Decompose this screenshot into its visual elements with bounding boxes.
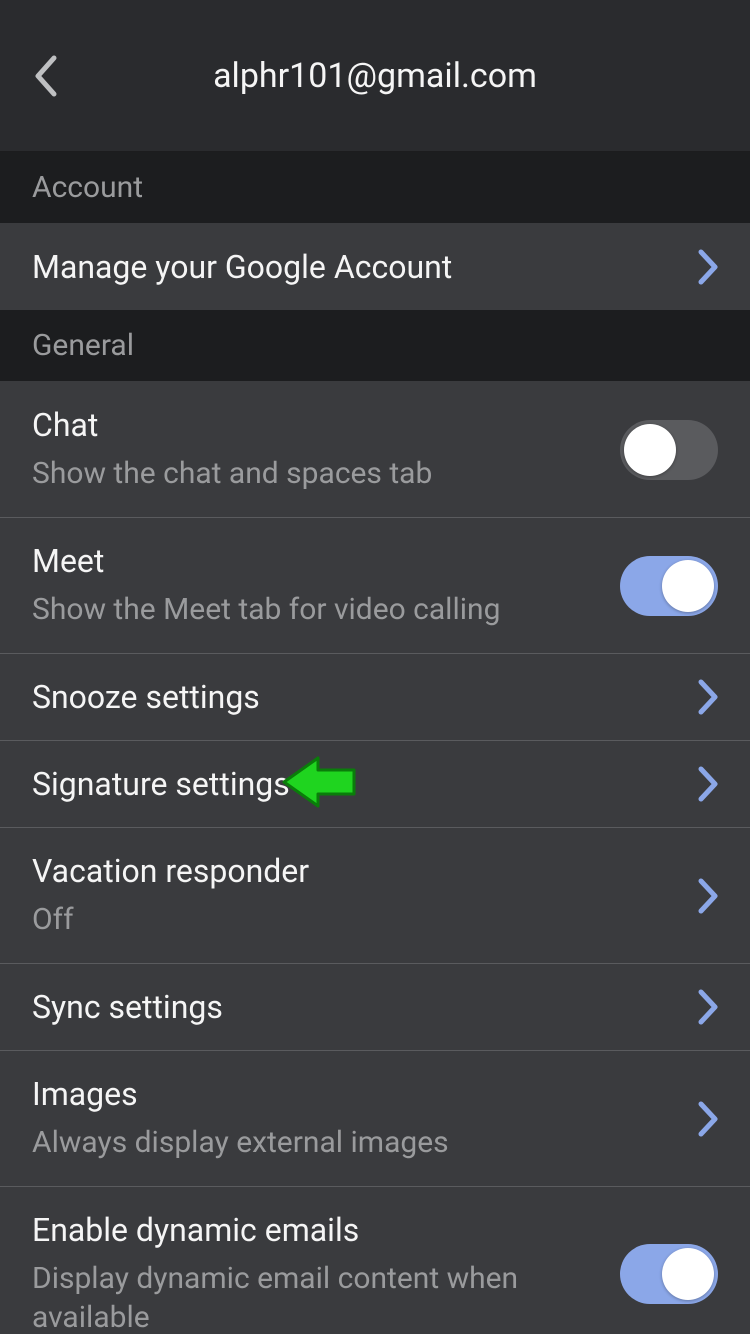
row-title: Manage your Google Account: [32, 248, 678, 286]
row-meet[interactable]: Meet Show the Meet tab for video calling: [0, 518, 750, 654]
toggle-dynamic-emails[interactable]: [620, 1244, 718, 1304]
chevron-right-icon: [698, 878, 718, 914]
section-header-general: General: [0, 310, 750, 382]
row-title: Meet: [32, 542, 600, 580]
row-vacation-responder[interactable]: Vacation responder Off: [0, 828, 750, 964]
row-subtitle: Always display external images: [32, 1123, 678, 1162]
chevron-right-icon: [698, 989, 718, 1025]
chevron-right-icon: [698, 766, 718, 802]
row-subtitle: Show the chat and spaces tab: [32, 454, 600, 493]
chevron-right-icon: [698, 679, 718, 715]
row-snooze-settings[interactable]: Snooze settings: [0, 654, 750, 741]
row-title: Signature settings: [32, 765, 678, 803]
chevron-right-icon: [698, 249, 718, 285]
row-subtitle: Off: [32, 900, 678, 939]
row-title: Chat: [32, 406, 600, 444]
settings-scroll[interactable]: Account Manage your Google Account Gener…: [0, 152, 750, 1334]
row-manage-google-account[interactable]: Manage your Google Account: [0, 224, 750, 310]
toggle-chat[interactable]: [620, 420, 718, 480]
row-enable-dynamic-emails[interactable]: Enable dynamic emails Display dynamic em…: [0, 1187, 750, 1334]
row-title: Enable dynamic emails: [32, 1211, 600, 1249]
page-title: alphr101@gmail.com: [0, 56, 750, 96]
row-subtitle: Display dynamic email content when avail…: [32, 1259, 600, 1334]
row-title: Vacation responder: [32, 852, 678, 890]
section-header-account: Account: [0, 152, 750, 224]
row-title: Sync settings: [32, 988, 678, 1026]
toggle-meet[interactable]: [620, 556, 718, 616]
chevron-right-icon: [698, 1101, 718, 1137]
row-images[interactable]: Images Always display external images: [0, 1051, 750, 1187]
section-body-general: Chat Show the chat and spaces tab Meet S…: [0, 382, 750, 1334]
section-body-account: Manage your Google Account: [0, 224, 750, 310]
row-title: Images: [32, 1075, 678, 1113]
row-subtitle: Show the Meet tab for video calling: [32, 590, 600, 629]
row-signature-settings[interactable]: Signature settings: [0, 741, 750, 828]
row-chat[interactable]: Chat Show the chat and spaces tab: [0, 382, 750, 518]
row-title: Snooze settings: [32, 678, 678, 716]
row-sync-settings[interactable]: Sync settings: [0, 964, 750, 1051]
back-button[interactable]: [26, 46, 66, 106]
header-bar: alphr101@gmail.com: [0, 0, 750, 152]
